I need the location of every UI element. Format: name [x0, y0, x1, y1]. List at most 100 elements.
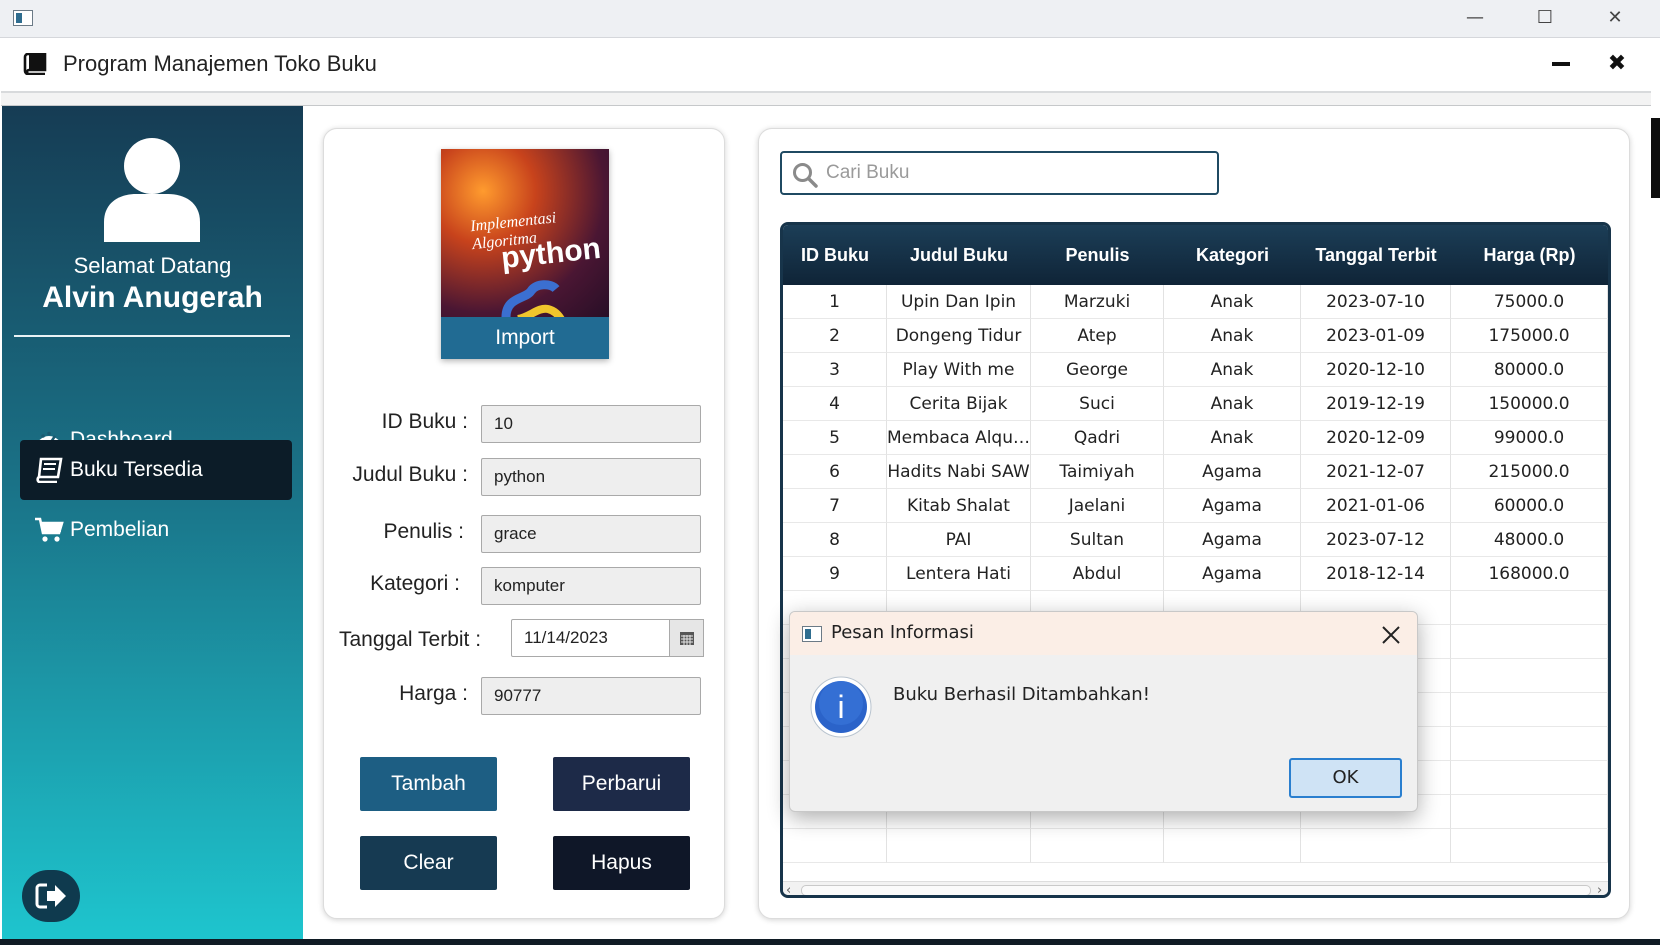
- python-logo-icon: [501, 280, 566, 322]
- clear-button[interactable]: Clear: [360, 836, 497, 890]
- harga-field[interactable]: 90777: [481, 677, 701, 715]
- table-cell: 2023-01-09: [1301, 319, 1451, 353]
- table-row[interactable]: 7 Kitab Shalat Jaelani Agama 2021-01-06 60000…: [783, 489, 1608, 523]
- hapus-button[interactable]: Hapus: [553, 836, 690, 890]
- dialog-message: Buku Berhasil Ditambahkan!: [893, 684, 1150, 705]
- table-cell: Lentera Hati: [887, 557, 1031, 591]
- table-cell: 3: [783, 353, 887, 387]
- kategori-field[interactable]: komputer: [481, 567, 701, 605]
- table-cell: 150000.0: [1451, 387, 1608, 421]
- search-input[interactable]: [826, 153, 1206, 193]
- table-row[interactable]: 2 Dongeng Tidur Atep Anak 2023-01-09 175000.0: [783, 319, 1608, 353]
- harga-label: Harga :: [399, 682, 468, 705]
- search-box[interactable]: [780, 151, 1219, 195]
- table-row[interactable]: 3 Play With me George Anak 2020-12-10 80000.0: [783, 353, 1608, 387]
- table-cell: [1301, 829, 1451, 863]
- scroll-right-icon[interactable]: ›: [1597, 883, 1602, 895]
- column-header[interactable]: Kategori: [1164, 225, 1301, 285]
- table-cell: Qadri: [1031, 421, 1164, 455]
- import-button[interactable]: Import: [441, 317, 609, 359]
- minimize-icon[interactable]: [1546, 48, 1578, 80]
- close-icon[interactable]: ✖: [1601, 48, 1633, 80]
- judul-field[interactable]: python: [481, 458, 701, 496]
- table-cell: Atep: [1031, 319, 1164, 353]
- table-row[interactable]: 1 Upin Dan Ipin Marzuki Anak 2023-07-10 75000…: [783, 285, 1608, 319]
- table-row[interactable]: [783, 829, 1608, 863]
- table-cell: Abdul: [1031, 557, 1164, 591]
- dialog-titlebar: Pesan Informasi: [790, 612, 1417, 655]
- table-row[interactable]: 6 Hadits Nabi SAW Taimiyah Agama 2021-12-07 2…: [783, 455, 1608, 489]
- table-cell: 2021-01-06: [1301, 489, 1451, 523]
- header-separator: [1, 93, 1651, 106]
- column-header[interactable]: ID Buku: [783, 225, 887, 285]
- table-cell: Anak: [1164, 285, 1301, 319]
- book-icon: [36, 457, 63, 483]
- tanggal-label: Tanggal Terbit :: [339, 628, 482, 651]
- table-row[interactable]: 5 Membaca Alqur... Qadri Anak 2020-12-09 9900…: [783, 421, 1608, 455]
- table-cell: [1451, 659, 1608, 693]
- table-cell: [1031, 829, 1164, 863]
- scrollbar-thumb[interactable]: [801, 885, 1591, 895]
- table-cell: Agama: [1164, 455, 1301, 489]
- table-cell: 60000.0: [1451, 489, 1608, 523]
- horizontal-scrollbar[interactable]: ‹ ›: [783, 881, 1608, 895]
- ok-button[interactable]: OK: [1289, 758, 1402, 798]
- scroll-left-icon[interactable]: ‹: [786, 883, 791, 895]
- table-cell: [1164, 829, 1301, 863]
- table-cell: [1451, 761, 1608, 795]
- sidebar-item-label: Buku Tersedia: [70, 458, 203, 481]
- column-header[interactable]: Tanggal Terbit: [1301, 225, 1451, 285]
- user-avatar-icon: [104, 138, 200, 242]
- table-cell: [783, 829, 887, 863]
- tambah-button[interactable]: Tambah: [360, 757, 497, 811]
- sidebar-item-buku-tersedia[interactable]: Buku Tersedia: [20, 440, 292, 500]
- table-cell: 2023-07-12: [1301, 523, 1451, 557]
- penulis-field[interactable]: grace: [481, 515, 701, 553]
- table-header: ID Buku Judul Buku Penulis Kategori Tanggal …: [783, 225, 1608, 285]
- table-cell: 2019-12-19: [1301, 387, 1451, 421]
- table-cell: 2018-12-14: [1301, 557, 1451, 591]
- column-header[interactable]: Harga (Rp): [1451, 225, 1608, 285]
- sidebar-item-label: Pembelian: [70, 518, 170, 541]
- kategori-label: Kategori :: [370, 572, 460, 595]
- calendar-button[interactable]: [669, 619, 704, 657]
- table-cell: Suci: [1031, 387, 1164, 421]
- table-cell: Agama: [1164, 489, 1301, 523]
- table-row[interactable]: 4 Cerita Bijak Suci Anak 2019-12-19 150000.0: [783, 387, 1608, 421]
- logout-button[interactable]: [22, 870, 80, 922]
- user-name: Alvin Anugerah: [42, 281, 263, 314]
- os-maximize-button[interactable]: ☐: [1510, 0, 1580, 36]
- table-cell: 99000.0: [1451, 421, 1608, 455]
- id-label: ID Buku :: [381, 410, 468, 433]
- table-row[interactable]: 8 PAI Sultan Agama 2023-07-12 48000.0: [783, 523, 1608, 557]
- table-cell: 2: [783, 319, 887, 353]
- table-cell: 5: [783, 421, 887, 455]
- perbarui-button[interactable]: Perbarui: [553, 757, 690, 811]
- sign-out-icon: [35, 883, 66, 909]
- table-cell: Anak: [1164, 421, 1301, 455]
- os-titlebar: — ☐ ✕: [0, 0, 1660, 38]
- table-cell: Membaca Alqur...: [887, 421, 1031, 455]
- sidebar-divider: [14, 335, 290, 337]
- column-header[interactable]: Penulis: [1031, 225, 1164, 285]
- os-minimize-button[interactable]: —: [1440, 0, 1510, 36]
- info-icon: i: [810, 676, 872, 738]
- table-row[interactable]: 9 Lentera Hati Abdul Agama 2018-12-14 168000.…: [783, 557, 1608, 591]
- table-cell: 1: [783, 285, 887, 319]
- table-cell: [1451, 795, 1608, 829]
- table-cell: 2021-12-07: [1301, 455, 1451, 489]
- table-cell: Agama: [1164, 557, 1301, 591]
- table-cell: Dongeng Tidur: [887, 319, 1031, 353]
- os-close-button[interactable]: ✕: [1580, 0, 1650, 36]
- table-cell: Agama: [1164, 523, 1301, 557]
- column-header[interactable]: Judul Buku: [887, 225, 1031, 285]
- table-cell: Kitab Shalat: [887, 489, 1031, 523]
- app-title: Program Manajemen Toko Buku: [63, 51, 377, 76]
- sidebar-item-pembelian[interactable]: Pembelian: [20, 500, 292, 560]
- book-form-panel: Implementasi Algoritma python Import ID …: [323, 128, 725, 919]
- id-field[interactable]: 10: [481, 405, 701, 443]
- close-icon[interactable]: [1378, 622, 1404, 648]
- table-cell: Play With me: [887, 353, 1031, 387]
- table-cell: Marzuki: [1031, 285, 1164, 319]
- table-cell: 175000.0: [1451, 319, 1608, 353]
